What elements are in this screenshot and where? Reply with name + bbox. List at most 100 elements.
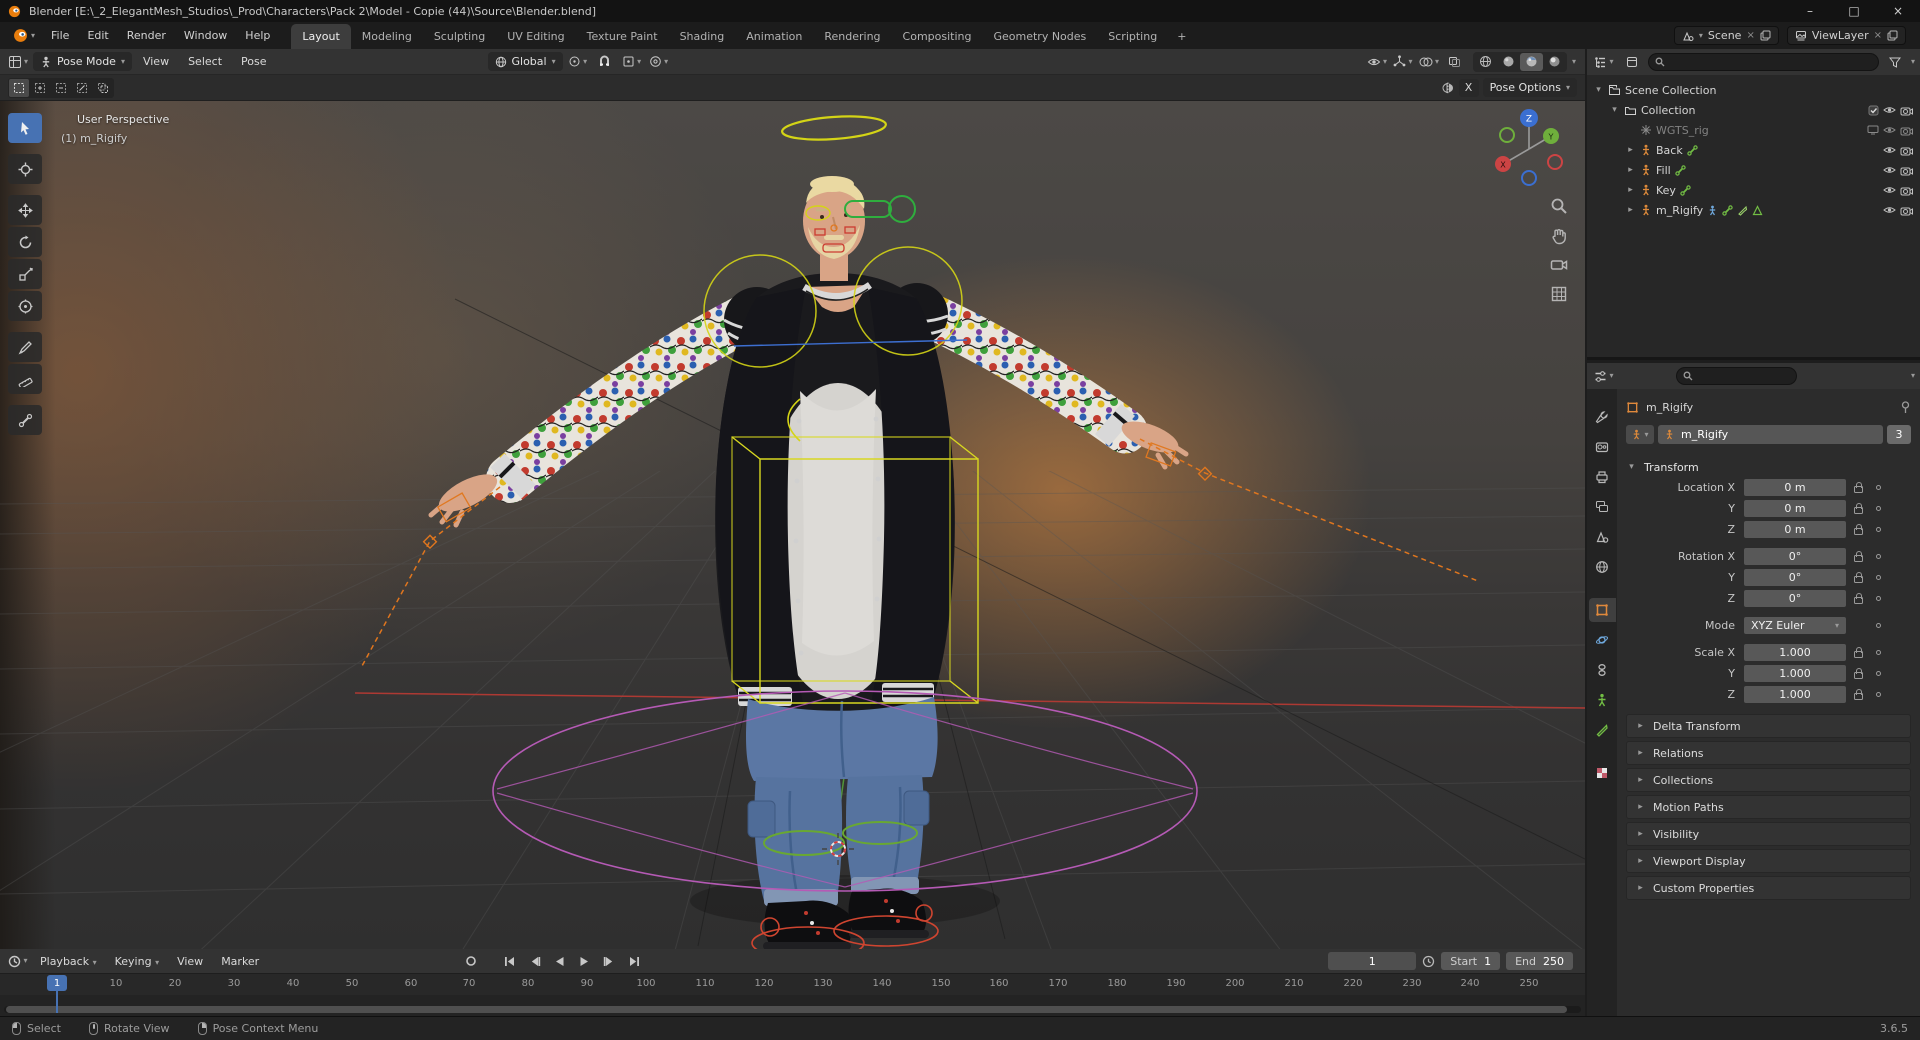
navigation-gizmo[interactable]: Z Y X — [1485, 105, 1573, 193]
menu-help[interactable]: Help — [236, 25, 279, 46]
hide-eye-icon[interactable] — [1883, 125, 1896, 135]
outliner-row-key[interactable]: ▸ Key — [1587, 180, 1920, 200]
menu-render[interactable]: Render — [118, 25, 175, 46]
zoom-icon[interactable] — [1550, 197, 1568, 215]
disclosure-icon[interactable]: ▸ — [1625, 165, 1636, 175]
section-visibility[interactable]: ▸ Visibility — [1626, 822, 1911, 846]
animate-dot[interactable] — [1875, 527, 1881, 532]
new-view-layer-icon[interactable] — [1887, 30, 1898, 41]
select-mode-extend-button[interactable] — [30, 79, 50, 97]
disclosure-icon[interactable]: ▾ — [1593, 85, 1604, 95]
shading-rendered-button[interactable] — [1543, 53, 1566, 71]
disclosure-icon[interactable]: ▸ — [1625, 145, 1636, 155]
scale-y-field[interactable]: 1.000 — [1744, 665, 1846, 682]
animate-dot[interactable] — [1875, 671, 1881, 676]
tab-constraints[interactable] — [1589, 658, 1616, 682]
head-control-ring[interactable] — [781, 113, 887, 142]
blender-menu-button[interactable]: ▾ — [6, 25, 42, 46]
outliner-display-mode-button[interactable] — [1620, 52, 1644, 72]
disclosure-icon[interactable]: ▾ — [1609, 105, 1620, 115]
tab-render[interactable] — [1589, 435, 1616, 459]
proportional-editing-button[interactable]: ▾ — [647, 52, 671, 72]
timeline-editor-type-button[interactable]: ▾ — [6, 951, 30, 971]
render-camera-icon[interactable] — [1900, 205, 1913, 216]
timeline-ruler[interactable]: 1 10 20 30 40 50 60 70 80 90 100 110 120… — [0, 973, 1585, 995]
lock-icon[interactable] — [1853, 592, 1863, 604]
new-scene-icon[interactable] — [1760, 30, 1771, 41]
unlink-view-layer-button[interactable]: × — [1874, 30, 1882, 41]
lock-icon[interactable] — [1853, 646, 1863, 658]
shading-wireframe-button[interactable] — [1474, 53, 1497, 71]
section-collections[interactable]: ▸ Collections — [1626, 768, 1911, 792]
toggle-ortho-icon[interactable] — [1550, 285, 1568, 303]
outliner-row-scene-collection[interactable]: ▾ Scene Collection — [1587, 80, 1920, 100]
animate-dot[interactable] — [1875, 596, 1881, 601]
frame-end-field[interactable]: End 250 — [1506, 952, 1573, 970]
tab-geometry-nodes[interactable]: Geometry Nodes — [982, 24, 1097, 49]
tab-uv-editing[interactable]: UV Editing — [496, 24, 575, 49]
lock-icon[interactable] — [1853, 481, 1863, 493]
hide-eye-icon[interactable] — [1883, 185, 1896, 195]
pose-breakdowner-tool[interactable] — [8, 405, 42, 435]
animate-dot[interactable] — [1875, 650, 1881, 655]
chevron-down-icon[interactable]: ▾ — [1911, 58, 1915, 66]
outliner-editor-type-button[interactable]: ▾ — [1592, 52, 1616, 72]
scale-tool[interactable] — [8, 259, 42, 289]
shading-options-chevron-icon[interactable]: ▾ — [1572, 57, 1576, 66]
axis-neg-x-handle[interactable] — [1547, 154, 1563, 170]
tab-scene[interactable] — [1589, 525, 1616, 549]
transform-orientation-dropdown[interactable]: Global ▾ — [487, 52, 563, 71]
outliner-row-back[interactable]: ▸ Back — [1587, 140, 1920, 160]
menu-file[interactable]: File — [42, 25, 78, 46]
pivot-point-button[interactable]: ▾ — [566, 52, 590, 72]
close-button[interactable]: × — [1876, 0, 1920, 22]
scale-x-field[interactable]: 1.000 — [1744, 644, 1846, 661]
current-frame-field[interactable]: 1 — [1328, 952, 1417, 970]
frame-start-field[interactable]: Start 1 — [1441, 952, 1501, 970]
view-layer-selector[interactable]: ViewLayer × — [1786, 26, 1906, 45]
select-mode-subtract-button[interactable] — [51, 79, 71, 97]
xray-toggle-button[interactable] — [1443, 52, 1467, 72]
outliner-search[interactable] — [1648, 53, 1879, 71]
overlays-button[interactable]: ▾ — [1417, 52, 1441, 72]
viewport-display-icon[interactable] — [1867, 125, 1879, 135]
properties-editor-type-button[interactable]: ▾ — [1592, 366, 1616, 386]
shading-solid-button[interactable] — [1497, 53, 1520, 71]
snap-target-button[interactable]: ▾ — [620, 52, 644, 72]
tab-object-data[interactable] — [1589, 688, 1616, 712]
rotation-y-field[interactable]: 0° — [1744, 569, 1846, 586]
object-name-field[interactable]: m_Rigify — [1658, 425, 1883, 444]
tab-tool[interactable] — [1589, 405, 1616, 429]
mode-dropdown[interactable]: Pose Mode ▾ — [33, 52, 132, 71]
section-relations[interactable]: ▸ Relations — [1626, 741, 1911, 765]
hide-eye-icon[interactable] — [1883, 165, 1896, 175]
lock-icon[interactable] — [1853, 550, 1863, 562]
menu-view[interactable]: View — [135, 51, 177, 72]
lock-icon[interactable] — [1853, 502, 1863, 514]
menu-pose[interactable]: Pose — [233, 51, 274, 72]
animate-dot[interactable] — [1875, 485, 1881, 490]
breadcrumb-object-name[interactable]: m_Rigify — [1646, 401, 1693, 414]
rotation-x-field[interactable]: 0° — [1744, 548, 1846, 565]
disclosure-icon[interactable]: ▸ — [1625, 205, 1636, 215]
animate-dot[interactable] — [1875, 692, 1881, 697]
auto-keying-toggle[interactable] — [459, 952, 482, 970]
animate-dot[interactable] — [1875, 554, 1881, 559]
pan-hand-icon[interactable] — [1550, 227, 1568, 245]
tab-modeling[interactable]: Modeling — [351, 24, 423, 49]
disclosure-icon[interactable]: ▸ — [1625, 185, 1636, 195]
tab-world[interactable] — [1589, 555, 1616, 579]
render-camera-icon[interactable] — [1900, 185, 1913, 196]
outliner-row-fill[interactable]: ▸ Fill — [1587, 160, 1920, 180]
add-workspace-button[interactable]: + — [1168, 24, 1195, 49]
timeline-scrollbar[interactable] — [4, 1006, 1581, 1013]
jump-end-button[interactable] — [623, 952, 646, 970]
transform-panel-header[interactable]: ▾ Transform — [1626, 456, 1911, 478]
browse-object-button[interactable]: ▾ — [1626, 425, 1654, 444]
section-motion-paths[interactable]: ▸ Motion Paths — [1626, 795, 1911, 819]
lock-icon[interactable] — [1853, 523, 1863, 535]
properties-search-input[interactable] — [1697, 370, 1790, 382]
prev-keyframe-button[interactable] — [523, 952, 546, 970]
section-custom-properties[interactable]: ▸ Custom Properties — [1626, 876, 1911, 900]
gizmos-button[interactable]: ▾ — [1391, 52, 1415, 72]
